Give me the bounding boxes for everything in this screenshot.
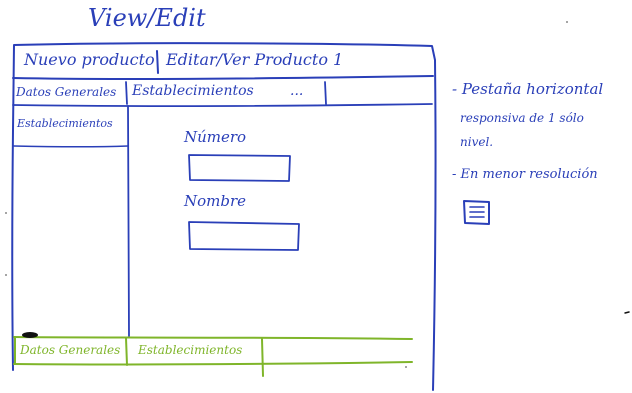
hamburger-menu-icon: [463, 200, 490, 225]
sidebar-item-underline: [13, 145, 129, 148]
stray-mark: [624, 311, 630, 314]
header-bottom-line: [12, 75, 434, 81]
name-input-box: [188, 221, 300, 251]
number-input-box: [188, 154, 291, 182]
stray-dot-2: [5, 274, 7, 276]
tab-edit-view-product[interactable]: Editar/Ver Producto 1: [166, 52, 343, 68]
note-line-3: nivel.: [460, 135, 494, 149]
ink-smudge: [22, 332, 38, 338]
note-line-4: - En menor resolución: [452, 167, 598, 182]
note-line-1: - Pestaña horizontal: [452, 80, 604, 98]
subtab-more[interactable]: ...: [290, 84, 303, 98]
number-label: Número: [184, 128, 247, 146]
bottom-tab-establishments[interactable]: Establecimientos: [138, 344, 242, 356]
subtab-divider-1: [125, 81, 128, 105]
subtab-bottom-line: [12, 103, 433, 107]
stray-dot: [5, 212, 7, 214]
bottom-bar-top: [13, 336, 413, 340]
name-label: Nombre: [184, 192, 247, 210]
sidebar-item-establishments[interactable]: Establecimientos: [17, 118, 113, 129]
header-tab-divider: [156, 50, 159, 74]
subtab-general-data[interactable]: Datos Generales: [16, 86, 116, 98]
bottom-tab-general-data[interactable]: Datos Generales: [20, 344, 120, 356]
bottom-divider-1: [125, 337, 128, 366]
page-title: View/Edit: [88, 4, 206, 32]
note-line-2: responsiva de 1 sólo: [460, 111, 584, 125]
bottom-bar-bottom: [13, 361, 413, 366]
sidebar-divider: [127, 105, 130, 337]
subtab-divider-2: [324, 81, 327, 105]
stray-dot-4: [566, 21, 568, 23]
stray-dot-3: [405, 366, 407, 368]
bottom-divider-2: [261, 338, 264, 377]
tab-new-products[interactable]: Nuevo producto: [24, 52, 155, 68]
subtab-establishments[interactable]: Establecimientos: [132, 84, 254, 98]
